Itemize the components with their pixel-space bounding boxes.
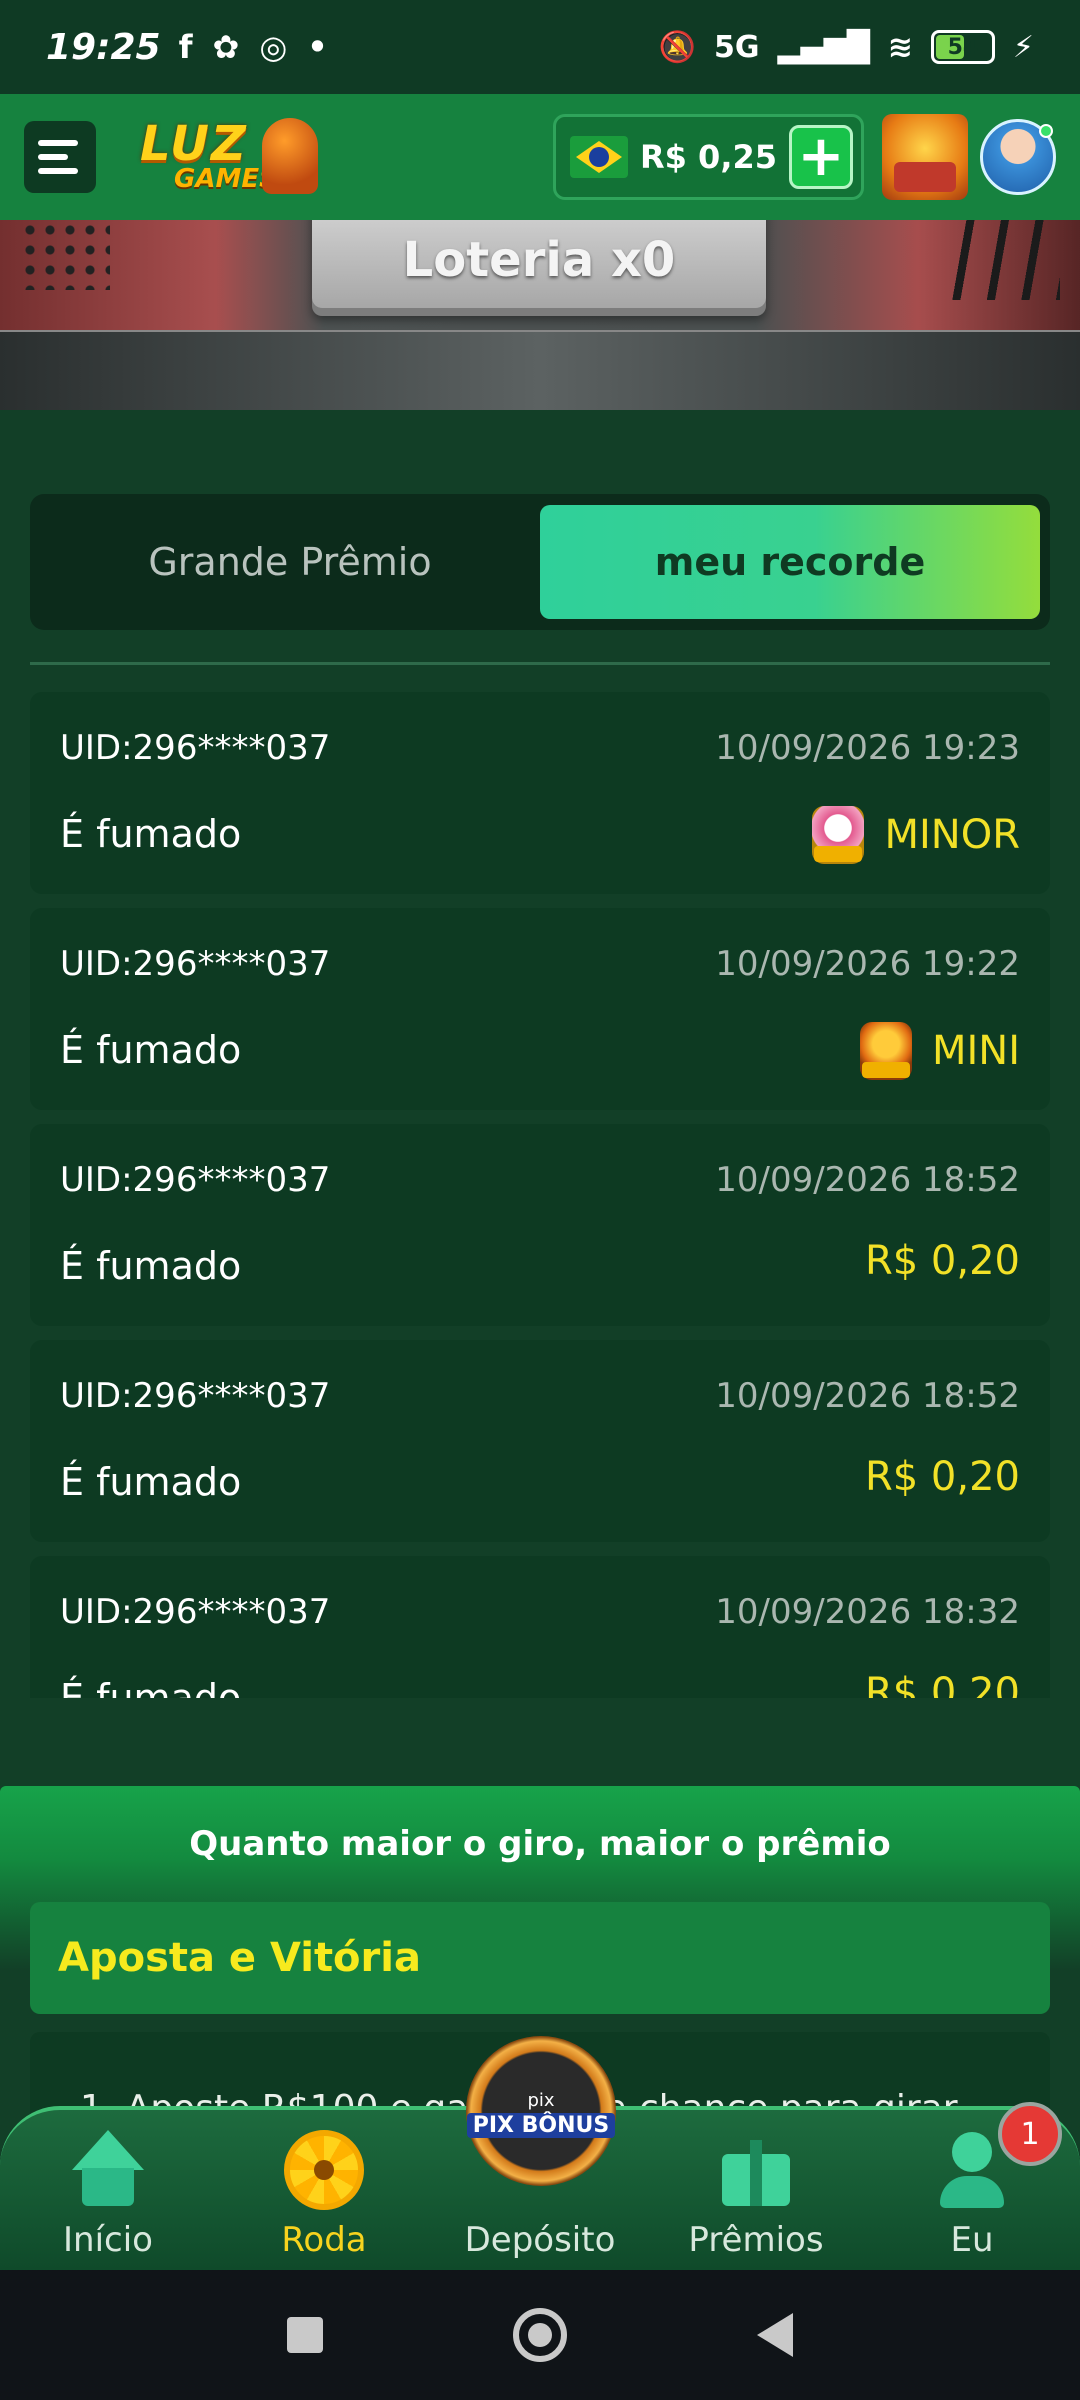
record-date: 10/09/2026 18:32 (715, 1592, 1020, 1632)
record-date: 10/09/2026 19:23 (715, 728, 1020, 768)
record-uid: UID:296****037 (60, 1160, 331, 1200)
status-time: 19:25 (46, 26, 161, 68)
gift-icon (716, 2130, 796, 2210)
pix-icon: pix (527, 2090, 555, 2111)
nav-label: Eu (950, 2220, 994, 2260)
avatar[interactable] (980, 119, 1056, 195)
list-item: UID:296****037 10/09/2026 18:52 É fumado… (30, 1124, 1050, 1326)
lottery-title: Loteria x0 (402, 232, 676, 288)
list-item: UID:296****037 10/09/2026 18:52 É fumado… (30, 1340, 1050, 1542)
balance-amount: R$ 0,25 (640, 138, 777, 176)
battery-icon: 54 (930, 30, 995, 64)
rabbit-wild-icon (812, 806, 865, 864)
record-desc: É fumado (60, 1028, 242, 1072)
brazil-flag-icon (570, 136, 628, 178)
list-item: UID:296****037 10/09/2026 19:23 É fumado… (30, 692, 1050, 894)
deposit-button[interactable]: pix PIX BÔNUS (466, 2036, 616, 2186)
record-uid: UID:296****037 (60, 1376, 331, 1416)
back-icon[interactable] (757, 2313, 793, 2357)
signal-icon: ▂▄▆█ (777, 29, 870, 65)
info-title: Quanto maior o giro, maior o prêmio (189, 1824, 891, 1864)
tab-my-record[interactable]: meu recorde (540, 505, 1040, 619)
recent-apps-icon[interactable] (287, 2317, 323, 2353)
record-date: 10/09/2026 19:22 (715, 944, 1020, 984)
record-uid: UID:296****037 (60, 1592, 331, 1632)
charging-icon: ⚡ (1012, 29, 1034, 65)
nav-prizes[interactable]: Prêmios (666, 2130, 846, 2270)
record-prize: R$ 0,20 (864, 1238, 1020, 1284)
record-list[interactable]: UID:296****037 10/09/2026 19:23 É fumado… (30, 692, 1050, 1698)
mute-icon: 🔕 (658, 29, 696, 65)
bet-win-title: Aposta e Vitória (58, 1935, 421, 1981)
record-date: 10/09/2026 18:52 (715, 1160, 1020, 1200)
record-date: 10/09/2026 18:52 (715, 1376, 1020, 1416)
record-uid: UID:296****037 (60, 944, 331, 984)
nav-wheel[interactable]: Roda (234, 2130, 414, 2270)
menu-button[interactable] (24, 121, 96, 193)
network-label: 5G (713, 29, 760, 65)
lottery-banner: Loteria x0 (0, 220, 1080, 410)
home-icon (68, 2130, 148, 2210)
record-uid: UID:296****037 (60, 728, 331, 768)
sync-icon: ◎ (259, 28, 288, 66)
nav-label: Roda (281, 2220, 367, 2260)
online-indicator (1039, 124, 1053, 138)
nav-label: Prêmios (688, 2220, 824, 2260)
list-item: UID:296****037 10/09/2026 19:22 É fumado… (30, 908, 1050, 1110)
divider (30, 662, 1050, 665)
balance-box[interactable]: R$ 0,25 + (553, 114, 864, 200)
record-desc: É fumado (60, 1676, 242, 1698)
luz-games-logo[interactable]: LUZ GAMES (140, 112, 318, 202)
tab-grand-prize[interactable]: Grande Prêmio (40, 505, 540, 619)
pix-bonus-label: PIX BÔNUS (466, 2113, 616, 2138)
app-header: LUZ GAMES R$ 0,25 + (0, 94, 1080, 220)
record-tabs: Grande Prêmio meu recorde (30, 494, 1050, 630)
record-prize: R$ 0,20 (864, 1454, 1020, 1500)
system-nav-bar (0, 2270, 1080, 2400)
more-dot-icon: • (307, 28, 328, 66)
app-notification-icon: ✿ (212, 28, 240, 66)
status-bar: 19:25 f ✿ ◎ • 🔕 5G ▂▄▆█ ≋ 54 ⚡ (0, 0, 1080, 94)
nav-home[interactable]: Início (18, 2130, 198, 2270)
add-funds-button[interactable]: + (789, 125, 853, 189)
record-desc: É fumado (60, 1460, 242, 1504)
lottery-button[interactable]: Loteria x0 (312, 220, 766, 308)
notification-badge[interactable]: 1 (998, 2102, 1062, 2166)
home-circle-icon[interactable] (513, 2308, 567, 2362)
nav-label: Início (63, 2220, 153, 2260)
list-item: UID:296****037 10/09/2026 18:32 É fumado… (30, 1556, 1050, 1698)
record-desc: É fumado (60, 812, 242, 856)
record-prize: MINI (931, 1028, 1020, 1074)
wifi-icon: ≋ (887, 29, 913, 65)
wheel-icon (284, 2130, 364, 2210)
record-desc: É fumado (60, 1244, 242, 1288)
treasure-chest-icon[interactable] (882, 114, 968, 200)
logo-dragon-icon (262, 118, 318, 194)
dragon-icon (859, 1022, 912, 1080)
facebook-icon: f (178, 28, 193, 66)
record-prize: MINOR (884, 812, 1020, 858)
record-prize: R$ 0,20 (864, 1670, 1020, 1698)
nav-deposit-label: Depósito (464, 2220, 616, 2260)
bet-win-section: Aposta e Vitória (30, 1902, 1050, 2014)
